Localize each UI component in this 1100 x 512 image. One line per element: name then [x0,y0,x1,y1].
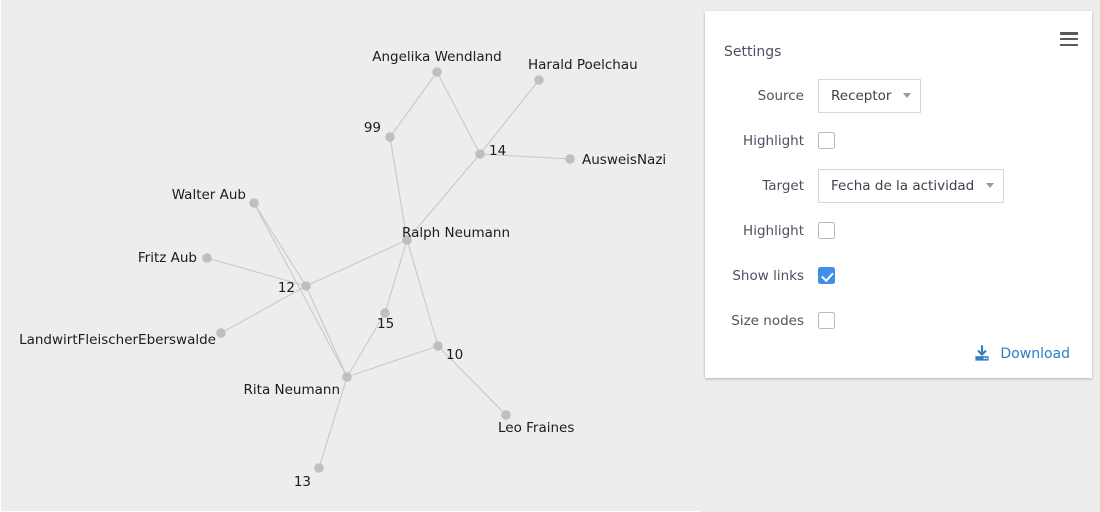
settings-row: Source Receptor [705,73,1092,118]
download-label: Download [1000,346,1070,362]
graph-node[interactable] [216,328,226,338]
graph-node[interactable] [433,341,443,351]
source-select[interactable]: Receptor [818,78,922,113]
hamburger-menu-icon[interactable] [1058,30,1080,50]
settings-row: Show links [705,253,1092,298]
graph-link [305,285,348,378]
graph-node[interactable] [202,253,212,263]
graph-link [346,345,439,378]
settings-row-label: Highlight [743,222,804,239]
select-value: Fecha de la actividad [831,177,975,194]
hamburger-bar [1060,32,1078,35]
graph-node-label: 12 [278,280,295,296]
size-nodes-checkbox[interactable] [818,312,835,329]
graph-node-label: AusweisNazi [582,152,666,168]
graph-node[interactable] [534,75,544,85]
graph-node-label: Ralph Neumann [402,225,510,241]
graph-node-label: Fritz Aub [138,250,197,266]
settings-row: Highlight [705,208,1092,253]
settings-row-control: Receptor [818,78,1092,113]
graph-links-group [206,71,571,469]
highlight-checkbox[interactable] [818,132,835,149]
settings-row: Highlight [705,118,1092,163]
graph-node-label: Leo Fraines [498,420,574,436]
graph-node-label: Harald Poelchau [528,57,638,73]
graph-node[interactable] [385,132,395,142]
download-button[interactable]: Download [973,345,1070,363]
chevron-down-icon [986,183,995,188]
graph-node-label: LandwirtFleischerEberswalde [19,332,216,348]
settings-row-control [818,132,1092,149]
settings-row: Target Fecha de la actividad [705,163,1092,208]
graph-node-label: 14 [489,143,506,159]
show-links-checkbox[interactable] [818,267,835,284]
download-icon [975,345,990,361]
graph-nodes-group [202,67,575,473]
graph-node-label: 15 [377,316,394,332]
settings-row-label: Size nodes [731,312,804,329]
graph-link [436,71,481,155]
graph-node-label: Rita Neumann [244,382,340,398]
graph-link [253,202,348,378]
hamburger-bar [1060,37,1078,41]
settings-row-label: Highlight [743,132,804,149]
graph-node[interactable] [342,372,352,382]
network-graph-canvas[interactable]: Angelika Wendland Harald Poelchau 99 14 Ausw… [0,0,700,512]
select-value: Receptor [831,87,892,104]
hamburger-bar [1060,43,1078,47]
graph-node-label: 99 [364,120,381,136]
network-graph-svg: Angelika Wendland Harald Poelchau 99 14 Ausw… [19,49,666,490]
graph-node[interactable] [249,198,259,208]
highlight-checkbox[interactable] [818,222,835,239]
graph-node[interactable] [301,281,311,291]
graph-link [406,239,439,347]
app-root: Angelika Wendland Harald Poelchau 99 14 Ausw… [0,0,1100,512]
graph-node-label: Angelika Wendland [372,49,501,65]
graph-node[interactable] [314,463,324,473]
target-select[interactable]: Fecha de la actividad [818,168,1005,203]
graph-node-label: Walter Aub [172,187,246,203]
graph-node[interactable] [432,67,442,77]
settings-row-label: Target [762,177,804,194]
graph-node-label: 10 [446,347,463,363]
settings-row-control: Fecha de la actividad [818,168,1092,203]
settings-row-control [818,222,1092,239]
panel-title: Settings [724,44,782,60]
graph-link [305,239,408,287]
settings-row: Size nodes [705,298,1092,343]
settings-panel: Settings Source Receptor Highlight Target Fe… [705,11,1092,378]
graph-node[interactable] [501,410,511,420]
graph-node-label: 13 [294,474,311,490]
settings-row-label: Show links [732,267,804,284]
settings-row-label: Source [757,87,804,104]
settings-row-control [818,312,1092,329]
graph-node[interactable] [475,149,485,159]
settings-row-control [818,267,1092,284]
graph-link [389,71,438,138]
graph-node[interactable] [565,154,575,164]
settings-form-rows: Source Receptor Highlight Target Fecha de la… [705,73,1092,343]
graph-link [384,239,408,314]
chevron-down-icon [903,93,912,98]
